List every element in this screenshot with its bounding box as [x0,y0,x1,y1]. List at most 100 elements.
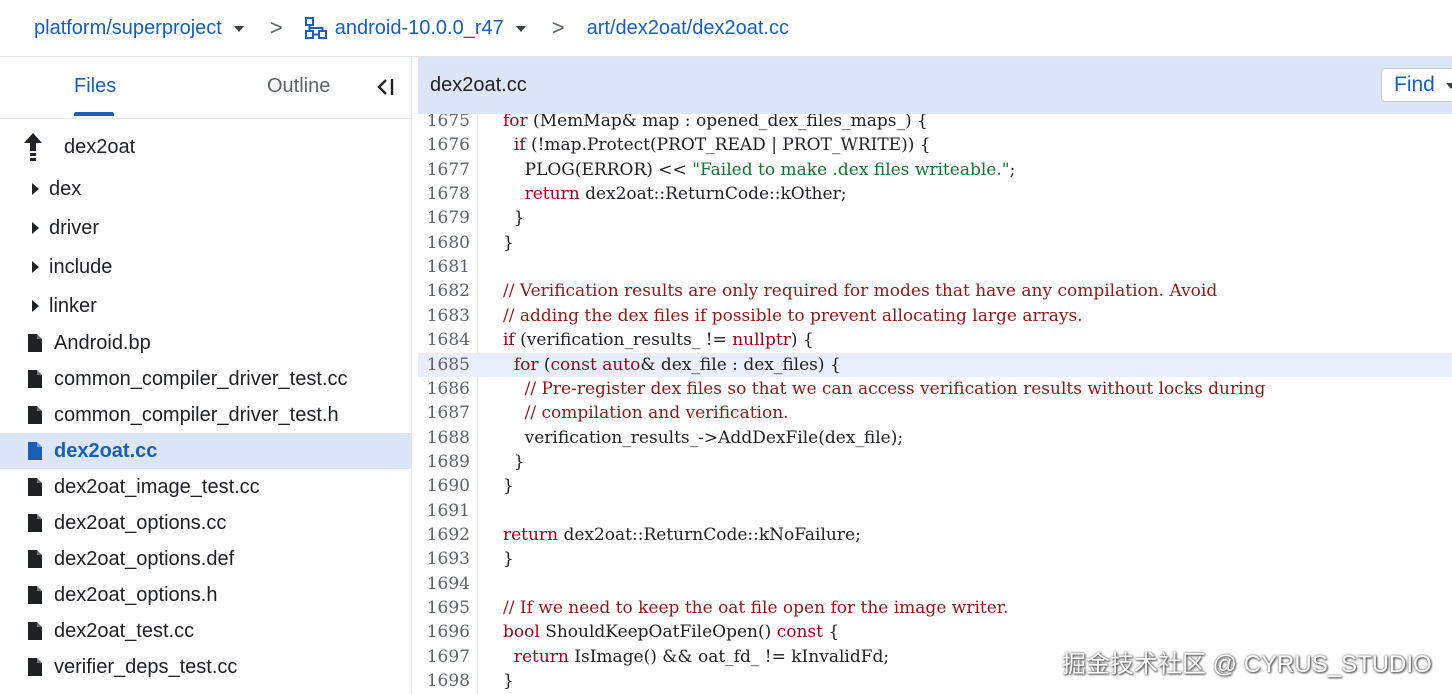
file-item[interactable]: verifier_deps_test.cc [0,649,411,685]
line-number[interactable]: 1695 [418,596,470,620]
line-number[interactable]: 1684 [418,328,470,352]
file-item[interactable]: common_compiler_driver_test.cc [0,361,411,397]
code-text: PLOG(ERROR) << "Failed to make .dex file… [524,159,1016,180]
file-item[interactable]: dex2oat_options.cc [0,505,411,541]
tree-item-label: verifier_deps_test.cc [54,655,238,678]
file-item[interactable]: dex2oat_image_test.cc [0,469,411,505]
file-sidebar: Files Outline dex2oat dex driver include li… [0,57,412,694]
parent-directory-link[interactable]: dex2oat [0,124,411,170]
tab-files[interactable]: Files [74,75,116,98]
file-path-link[interactable]: art/dex2oat/dex2oat.cc [587,17,789,40]
breadcrumb-separator: > [269,15,283,40]
folder-item[interactable]: include [0,249,411,285]
file-icon [28,622,42,640]
code-line: 1675 for (MemMap& map : opened_dex_files_… [418,114,1452,133]
line-number[interactable]: 1686 [418,377,470,401]
line-number[interactable]: 1690 [418,474,470,498]
code-line: 1695 // If we need to keep the oat file o… [418,596,1452,620]
line-number[interactable]: 1688 [418,426,470,450]
expand-arrow-icon[interactable] [32,222,39,234]
expand-arrow-icon[interactable] [32,183,39,195]
line-number[interactable]: 1681 [418,255,470,279]
tree-item-label: dex [49,177,82,200]
line-number[interactable]: 1679 [418,206,470,230]
line-number[interactable]: 1676 [418,133,470,157]
line-number[interactable]: 1698 [418,669,470,693]
branch-icon [304,17,327,39]
file-item[interactable]: dex2oat_options.h [0,577,411,613]
expand-arrow-icon[interactable] [32,261,39,273]
watermark: 掘金技术社区 @ CYRUS_STUDIO [1062,651,1432,678]
breadcrumb-separator: > [551,15,565,40]
file-icon [28,406,42,424]
line-number[interactable]: 1685 [418,353,470,377]
line-number[interactable]: 1691 [418,499,470,523]
tree-item-label: dex2oat.cc [54,439,158,462]
line-number[interactable]: 1678 [418,182,470,206]
file-icon [28,514,42,532]
code-text: return IsImage() && oat_fd_ != kInvalidF… [513,646,890,667]
code-text: for (const auto& dex_file : dex_files) { [513,354,841,375]
file-icon [28,586,42,604]
code-line: 1688 verification_results_->AddDexFile(d… [418,426,1452,450]
line-number[interactable]: 1682 [418,279,470,303]
chevron-down-icon [233,26,244,32]
tree-item-label: common_compiler_driver_test.cc [54,367,348,390]
project-selector[interactable]: platform/superproject [34,17,244,40]
chevron-down-icon [1446,83,1452,89]
file-item[interactable]: dex2oat_options.def [0,541,411,577]
code-line: 1677 PLOG(ERROR) << "Failed to make .dex… [418,158,1452,182]
file-icon [28,550,42,568]
line-number[interactable]: 1692 [418,523,470,547]
file-icon [28,658,42,676]
file-icon [28,478,42,496]
line-number[interactable]: 1687 [418,401,470,425]
line-number[interactable]: 1697 [418,645,470,669]
line-number[interactable]: 1689 [418,450,470,474]
tree-item-label: Android.bp [54,331,151,354]
line-number[interactable]: 1683 [418,304,470,328]
code-header: dex2oat.cc Find [418,57,1452,114]
line-number[interactable]: 1677 [418,158,470,182]
file-item[interactable]: common_compiler_driver_test.h [0,397,411,433]
expand-arrow-icon[interactable] [32,300,39,312]
find-button[interactable]: Find [1381,68,1452,102]
file-item[interactable]: dex2oat_test.cc [0,613,411,649]
code-line: 1689 } [418,450,1452,474]
tree-item-label: dex2oat_options.cc [54,511,227,534]
folder-item[interactable]: linker [0,288,411,324]
file-item[interactable]: dex2oat.cc [0,433,411,469]
branch-selector[interactable]: android-10.0.0_r47 [304,17,526,40]
code-line: 1683 // adding the dex files if possible … [418,304,1452,328]
line-number[interactable]: 1696 [418,620,470,644]
folder-item[interactable]: driver [0,210,411,246]
active-tab-indicator [74,112,114,116]
breadcrumb: platform/superproject > android-10.0.0_r… [0,0,1452,57]
code-text: // Pre-register dex files so that we can… [524,378,1266,399]
code-area[interactable]: 1675 for (MemMap& map : opened_dex_files_… [418,114,1452,694]
code-text: if (verification_results_ != nullptr) { [503,330,814,351]
line-number[interactable]: 1693 [418,547,470,571]
tree-item-label: driver [49,216,100,239]
code-text: } [503,549,514,570]
line-number[interactable]: 1680 [418,231,470,255]
code-line: 1679 } [418,206,1452,230]
code-text: for (MemMap& map : opened_dex_files_maps… [503,114,928,131]
folder-item[interactable]: dex [0,171,411,207]
line-number[interactable]: 1675 [418,114,470,133]
code-line: 1680} [418,231,1452,255]
file-icon [28,334,42,352]
code-text: } [503,208,525,229]
code-viewer: dex2oat.cc Find 1675 for (MemMap& map : o… [418,57,1452,694]
up-arrow-icon [24,133,42,161]
tree-item-label: dex2oat_options.h [54,583,218,606]
file-item[interactable]: Android.bp [0,325,411,361]
line-number[interactable]: 1694 [418,572,470,596]
tab-outline[interactable]: Outline [267,75,330,98]
collapse-sidebar-icon[interactable] [372,75,396,99]
code-text: // compilation and verification. [524,403,789,424]
tree-item-label: dex2oat_image_test.cc [54,475,260,498]
tree-item-label: common_compiler_driver_test.h [54,403,339,426]
tree-item-label: linker [49,294,97,317]
code-text: return dex2oat::ReturnCode::kOther; [524,184,847,205]
